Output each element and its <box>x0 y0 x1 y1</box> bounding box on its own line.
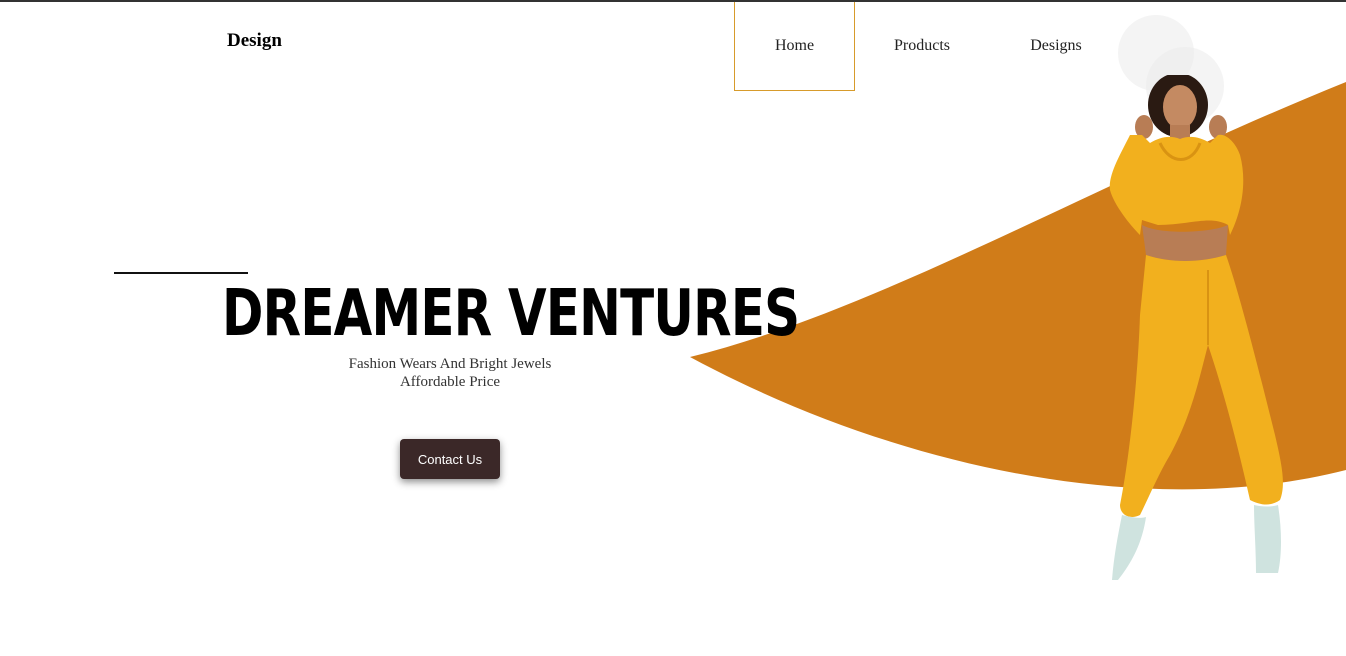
hero-subtitle: Fashion Wears And Bright Jewels Affordab… <box>300 355 600 391</box>
subtitle-line-1: Fashion Wears And Bright Jewels <box>348 356 552 372</box>
accent-line <box>114 272 248 274</box>
contact-us-button[interactable]: Contact Us <box>400 439 500 479</box>
subtitle-line-2: Affordable Price <box>399 374 501 390</box>
hero-title: DREAMER VENTURES <box>222 277 800 351</box>
model-in-yellow-tracksuit-image <box>1109 75 1283 580</box>
